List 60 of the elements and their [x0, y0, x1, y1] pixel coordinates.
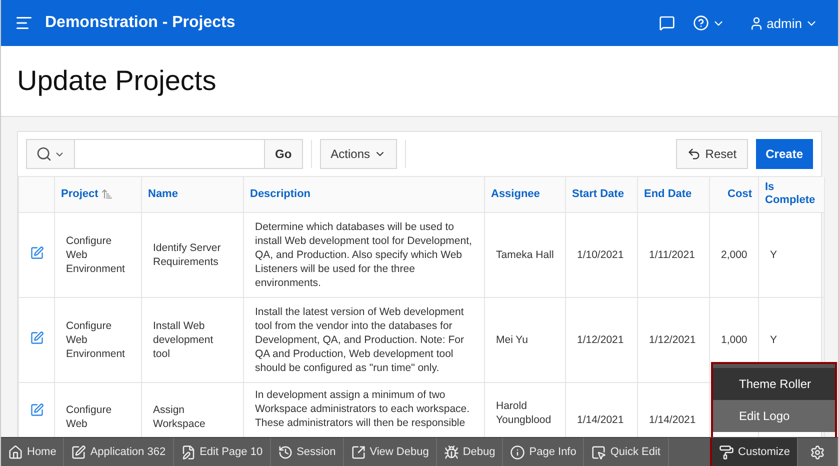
table-cell: Install Web development tool	[153, 320, 214, 360]
table-cell: Y	[770, 334, 778, 346]
clock-icon	[278, 444, 293, 460]
toolbar-button[interactable]: Customize	[710, 438, 798, 466]
table-cell: Mei Yu	[496, 334, 528, 346]
menu-item[interactable]: Edit Logo	[713, 400, 835, 432]
file-pencil-icon	[180, 444, 196, 460]
edit-icon[interactable]	[30, 246, 44, 260]
table-cell: 1/11/2021	[649, 248, 695, 260]
paint-roller-icon	[719, 444, 734, 460]
app-title: Demonstration - Projects	[45, 14, 236, 32]
menu-item[interactable]: Theme Roller	[713, 368, 835, 400]
edit-icon[interactable]	[30, 402, 44, 416]
table-cell: Install the latest version of Web development tool from the vendor into the databases for Development, QA, and Production. Note: For QA and Production, Web development tool should be configured as "run time" only.	[255, 306, 464, 374]
column-header[interactable]: Project	[54, 177, 142, 212]
column-header[interactable]: Assignee	[484, 177, 566, 212]
table-cell: Y	[770, 248, 778, 260]
column-header[interactable]: End Date	[638, 177, 710, 212]
create-button[interactable]: Create	[756, 139, 813, 169]
house-icon	[8, 444, 23, 460]
table-cell: Configure Web Environment	[66, 320, 125, 360]
table-cell: 1/14/2021	[577, 414, 624, 426]
edit-icon[interactable]	[30, 330, 44, 344]
pointer-square-icon	[591, 444, 606, 460]
column-header[interactable]: Is Complete	[758, 177, 824, 212]
column-header[interactable]: Name	[142, 177, 244, 212]
user-menu-button[interactable]: admin	[742, 16, 824, 30]
table-cell: 1/10/2021	[577, 248, 624, 260]
column-header[interactable]: Start Date	[566, 177, 638, 212]
info-icon	[510, 444, 526, 460]
bug-icon	[444, 444, 459, 460]
table-cell: Determine which databases will be used to install Web development tool for Development, QA, and Production. Also specify which Web Listeners will be used for the three environments.	[255, 220, 472, 288]
table-cell: 1/12/2021	[649, 334, 696, 346]
chat-icon[interactable]	[658, 15, 675, 31]
column-header[interactable]: Description	[244, 177, 484, 212]
table-cell: Configure Web Environment	[66, 234, 125, 274]
menu-icon[interactable]	[15, 14, 33, 32]
settings-icon	[810, 444, 825, 460]
page-title: Update Projects	[17, 65, 216, 97]
table-cell: In development assign a minimum of two Workspace administrators to each workspace. These administrators will then be responsible	[255, 388, 470, 428]
table-cell: Assign Workspace	[153, 404, 206, 430]
user-icon	[748, 16, 764, 30]
sort-ascending-icon	[101, 188, 114, 200]
pencil-square-icon	[71, 444, 86, 460]
undo-icon	[687, 147, 702, 161]
table-cell: 1/14/2021	[649, 414, 696, 426]
table-cell: 2,000	[721, 248, 748, 260]
column-header[interactable]: Cost	[710, 177, 758, 212]
search-icon	[36, 146, 52, 162]
table-cell: 1,000	[721, 334, 748, 346]
table-cell: Configure Web	[66, 404, 112, 430]
actions-button[interactable]: Actions	[320, 139, 398, 169]
reset-button[interactable]: Reset	[676, 139, 748, 169]
table-cell: 1/12/2021	[577, 334, 624, 346]
search-field[interactable]: Go	[26, 139, 303, 169]
external-link-icon	[350, 444, 366, 460]
table-cell: Tameka Hall	[496, 248, 554, 260]
table-cell: Harold Youngblood	[496, 400, 552, 426]
table-cell: Identify Server Requirements	[153, 242, 221, 268]
help-icon	[692, 15, 709, 31]
